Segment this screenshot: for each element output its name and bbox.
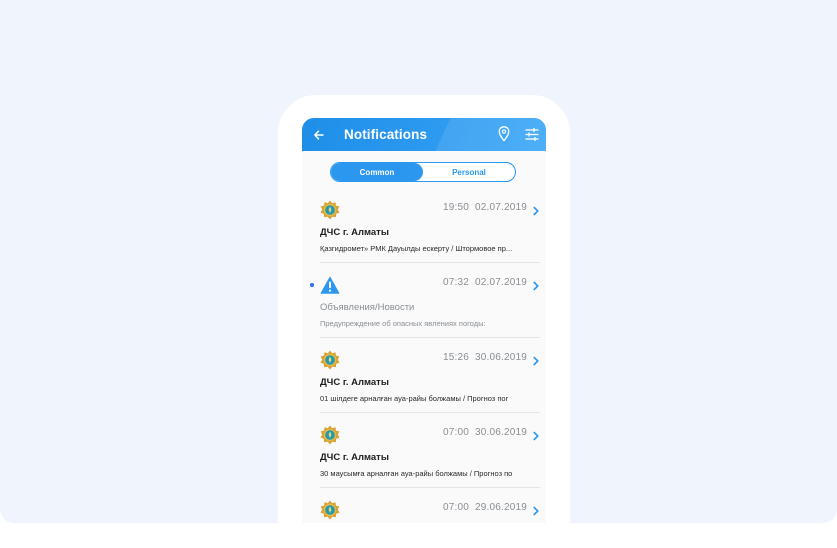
location-pin-icon[interactable]: [496, 125, 512, 143]
chevron-right-icon[interactable]: [532, 203, 540, 216]
notification-time: 07:32: [442, 277, 469, 288]
notification-preview: Предупреждение об опасных явлениях погод…: [320, 319, 486, 328]
notification-timestamp: 07:00 29.06.2019: [443, 502, 527, 513]
notification-item[interactable]: 07:00 30.06.2019 ДЧС г. Алматы 30 маусымғ…: [302, 413, 546, 488]
chevron-right-icon[interactable]: [532, 503, 540, 516]
emblem-icon: [320, 200, 340, 220]
notification-preview: Қазгидромет» РМК Дауылды ескерту / Шторм…: [320, 244, 513, 253]
notification-date: 02.07.2019: [474, 277, 527, 288]
notification-item[interactable]: 07:32 02.07.2019 Объявления/Новости Преду…: [302, 263, 546, 338]
notification-date: 29.06.2019: [474, 502, 527, 513]
notification-time: 19:50: [442, 202, 469, 213]
notification-timestamp: 15:26 30.06.2019: [443, 352, 527, 363]
notification-time: 07:00: [442, 427, 469, 438]
warning-icon: [320, 275, 340, 295]
notification-timestamp: 07:32 02.07.2019: [443, 277, 527, 288]
notification-date: 02.07.2019: [474, 202, 527, 213]
page-title: Notifications: [344, 127, 428, 142]
app-bar: Notifications: [302, 118, 546, 151]
notification-sender: Объявления/Новости: [320, 302, 415, 313]
unread-dot: [310, 283, 314, 287]
notification-item[interactable]: 19:50 02.07.2019 ДЧС г. Алматы Қазгидроме…: [302, 188, 546, 263]
chevron-right-icon[interactable]: [532, 278, 540, 291]
back-arrow-icon[interactable]: [310, 126, 328, 144]
notification-sender: ДЧС г. Алматы: [320, 227, 389, 238]
tab-personal[interactable]: Personal: [423, 163, 515, 181]
notification-date: 30.06.2019: [474, 427, 527, 438]
chevron-right-icon[interactable]: [532, 353, 540, 366]
tab-common[interactable]: Common: [331, 163, 423, 181]
filter-sliders-icon[interactable]: [524, 126, 540, 143]
chevron-right-icon[interactable]: [532, 428, 540, 441]
emblem-icon: [320, 500, 340, 520]
tab-switch: Common Personal: [330, 162, 516, 182]
notification-preview: 01 шілдеге арналған ауа-райы болжамы / П…: [320, 394, 509, 403]
notification-time: 15:26: [442, 352, 469, 363]
notification-time: 07:00: [442, 502, 469, 513]
notification-sender: ДЧС г. Алматы: [320, 377, 389, 388]
notification-timestamp: 19:50 02.07.2019: [443, 202, 527, 213]
emblem-icon: [320, 350, 340, 370]
phone-screen: Notifications Common Personal 19:50 02.0…: [302, 118, 546, 523]
emblem-icon: [320, 425, 340, 445]
notification-item[interactable]: 15:26 30.06.2019 ДЧС г. Алматы 01 шілдеге…: [302, 338, 546, 413]
notification-sender: ДЧС г. Алматы: [320, 452, 389, 463]
notification-item[interactable]: 07:00 29.06.2019: [302, 488, 546, 523]
phone-bottom-edge: [278, 523, 570, 548]
notification-list: 19:50 02.07.2019 ДЧС г. Алматы Қазгидроме…: [302, 188, 546, 523]
notification-timestamp: 07:00 30.06.2019: [443, 427, 527, 438]
notification-date: 30.06.2019: [474, 352, 527, 363]
notification-preview: 30 маусымға арналған ауа-райы болжамы / …: [320, 469, 513, 478]
